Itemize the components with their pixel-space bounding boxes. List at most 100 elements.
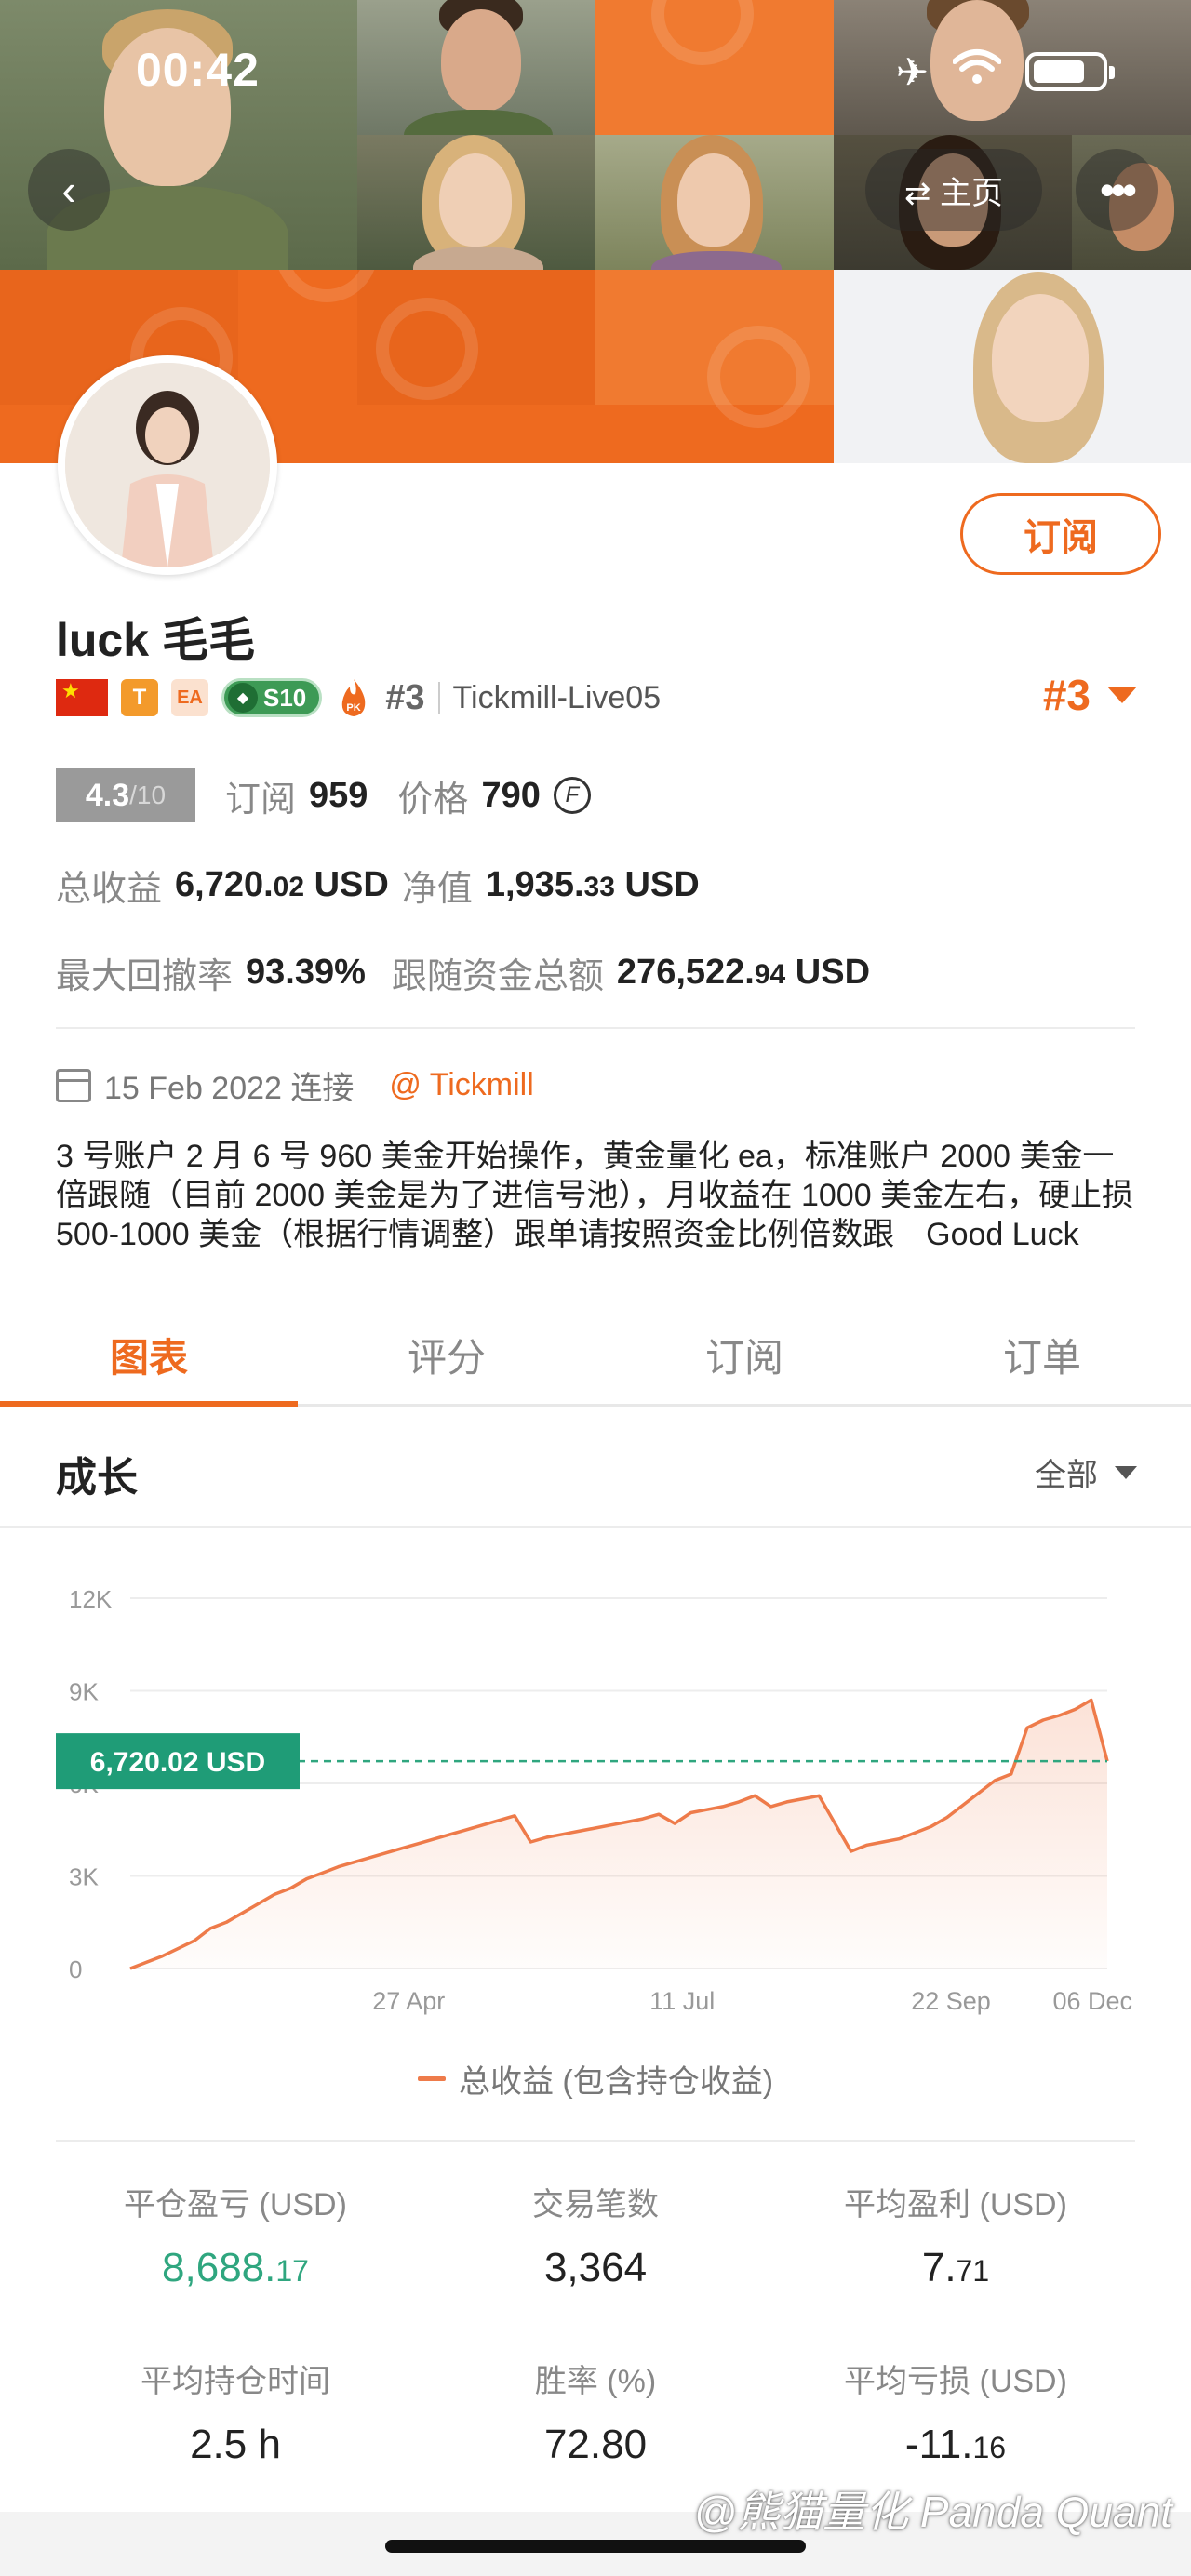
ea-badge: EA bbox=[171, 679, 208, 716]
season-label: S10 bbox=[263, 683, 307, 712]
home-indicator[interactable] bbox=[385, 2540, 806, 2553]
tab-bar: 图表 评分 订阅 订单 bbox=[0, 1306, 1191, 1407]
stat-avg-hold-time: 平均持仓时间 2.5 h bbox=[56, 2356, 415, 2468]
t-badge: T bbox=[121, 679, 158, 716]
range-filter[interactable]: 全部 bbox=[1035, 1449, 1137, 1495]
calendar-icon bbox=[56, 1068, 91, 1102]
tab-subscription[interactable]: 订阅 bbox=[596, 1306, 893, 1404]
subscribers-label: 订阅 bbox=[225, 780, 297, 820]
banner-photo bbox=[357, 135, 596, 270]
strategy-description: 3 号账户 2 月 6 号 960 美金开始操作，黄金量化 ea，标准账户 20… bbox=[56, 1139, 1134, 1252]
stat-value: 8,688.17 bbox=[162, 2245, 309, 2290]
wifi-icon bbox=[952, 48, 1002, 95]
status-bar: 00:42 ✈ bbox=[0, 37, 1191, 102]
stat-label: 胜率 (%) bbox=[534, 2364, 657, 2399]
back-button[interactable]: ‹ bbox=[28, 149, 110, 231]
score-value: 4.3 bbox=[85, 777, 130, 813]
legend-swatch bbox=[417, 2076, 446, 2081]
total-profit-label: 总收益 bbox=[56, 870, 163, 909]
x-tick-label: 11 Jul bbox=[649, 1987, 715, 2015]
coin-icon: F bbox=[553, 777, 591, 814]
connect-info: 15 Feb 2022 连接 @ Tickmill bbox=[56, 1062, 534, 1108]
equity-int: 1,935. bbox=[485, 865, 584, 904]
divider bbox=[56, 1027, 1135, 1029]
x-tick-label: 22 Sep bbox=[911, 1987, 991, 2015]
rank-dropdown[interactable]: #3 bbox=[1043, 670, 1137, 720]
profit-row: 总收益 6,720.02 USD 净值 1,935.33 USD bbox=[56, 860, 713, 911]
current-value-label: 6,720.02 USD bbox=[90, 1747, 265, 1778]
divider bbox=[437, 682, 440, 714]
airplane-icon: ✈ bbox=[895, 49, 929, 94]
section-title: 成长 bbox=[56, 1455, 138, 1501]
total-profit-dec: 02 bbox=[273, 872, 305, 902]
stat-label: 交易笔数 bbox=[532, 2187, 659, 2222]
equity-label: 净值 bbox=[401, 870, 473, 909]
battery-icon bbox=[1025, 52, 1115, 91]
server-name: Tickmill-Live05 bbox=[452, 679, 662, 715]
tab-orders[interactable]: 订单 bbox=[893, 1306, 1191, 1404]
caret-down-icon bbox=[1107, 687, 1137, 703]
follow-funds-label: 跟随资金总额 bbox=[391, 957, 604, 996]
pk-label: PK bbox=[347, 702, 361, 714]
stat-value: -11.16 bbox=[904, 2422, 1007, 2467]
broker-link[interactable]: @ Tickmill bbox=[389, 1067, 533, 1103]
trader-name: luck 毛毛 bbox=[56, 614, 255, 666]
rank-small: #3 bbox=[385, 677, 425, 717]
follow-funds-unit: USD bbox=[795, 953, 871, 992]
equity-dec: 33 bbox=[583, 872, 615, 902]
stat-value: 72.80 bbox=[543, 2422, 648, 2467]
follow-funds-dec: 94 bbox=[754, 959, 786, 990]
banner-photo bbox=[834, 270, 1191, 463]
stat-label: 平均盈利 (USD) bbox=[844, 2187, 1067, 2222]
more-icon: ••• bbox=[1099, 166, 1137, 214]
season-badge: ◆ S10 bbox=[221, 678, 323, 717]
drawdown-row: 最大回撤率 93.39% 跟随资金总额 276,522.94 USD bbox=[56, 947, 883, 998]
badge-row: T EA ◆ S10 PK #3 Tickmill-Live05 bbox=[56, 672, 661, 724]
connect-date: 15 Feb 2022 连接 bbox=[104, 1071, 355, 1106]
score-row: 4.3/10 订阅 959 价格 790 F bbox=[56, 768, 591, 822]
stat-label: 平仓盈亏 (USD) bbox=[124, 2187, 347, 2222]
tab-rating[interactable]: 评分 bbox=[298, 1306, 596, 1404]
diamond-icon: ◆ bbox=[228, 683, 258, 713]
caret-down-icon bbox=[1115, 1465, 1137, 1479]
status-time: 00:42 bbox=[136, 44, 260, 96]
growth-chart: 12K9K6K3K027 Apr11 Jul22 Sep06 Dec6,720.… bbox=[0, 1544, 1191, 2028]
range-filter-label: 全部 bbox=[1035, 1458, 1098, 1493]
tab-chart[interactable]: 图表 bbox=[0, 1306, 298, 1407]
avatar bbox=[58, 355, 277, 575]
stat-label: 平均亏损 (USD) bbox=[844, 2364, 1067, 2399]
stat-win-rate: 胜率 (%) 72.80 bbox=[416, 2356, 775, 2468]
total-profit-int: 6,720. bbox=[175, 865, 274, 904]
y-tick-label: 3K bbox=[69, 1863, 99, 1891]
growth-header: 成长 全部 bbox=[0, 1407, 1191, 1528]
rank-value: #3 bbox=[1042, 671, 1091, 719]
follow-funds-int: 276,522. bbox=[616, 953, 755, 992]
china-flag-icon bbox=[56, 679, 108, 716]
stat-closed-pnl: 平仓盈亏 (USD) 8,688.17 bbox=[56, 2179, 415, 2291]
equity-unit: USD bbox=[624, 865, 700, 904]
watermark: @熊猫量化 Panda Quant bbox=[693, 2488, 1172, 2536]
stat-label: 平均持仓时间 bbox=[141, 2364, 330, 2399]
max-drawdown-label: 最大回撤率 bbox=[56, 957, 234, 996]
subscribe-button[interactable]: 订阅 bbox=[960, 493, 1161, 575]
stat-value: 2.5 h bbox=[190, 2422, 281, 2467]
total-profit-unit: USD bbox=[314, 865, 389, 904]
x-tick-label: 27 Apr bbox=[372, 1987, 445, 2015]
pk-flame-icon: PK bbox=[335, 677, 372, 718]
x-tick-label: 06 Dec bbox=[1052, 1987, 1132, 2015]
score-denominator: /10 bbox=[129, 781, 167, 809]
home-button[interactable]: ⇄ 主页 bbox=[865, 149, 1042, 231]
stat-avg-profit: 平均盈利 (USD) 7.71 bbox=[776, 2179, 1135, 2291]
chevron-left-icon: ‹ bbox=[61, 166, 76, 214]
stat-avg-loss: 平均亏损 (USD) -11.16 bbox=[776, 2356, 1135, 2468]
score-badge: 4.3/10 bbox=[56, 768, 195, 822]
banner-photo bbox=[596, 135, 834, 270]
price-value: 790 bbox=[481, 775, 541, 815]
stat-value: 7.71 bbox=[921, 2245, 990, 2290]
chart-legend: 总收益 (包含持仓收益) bbox=[0, 2056, 1191, 2102]
y-tick-label: 0 bbox=[69, 1955, 82, 1983]
more-button[interactable]: ••• bbox=[1076, 149, 1158, 231]
y-tick-label: 12K bbox=[69, 1585, 113, 1613]
max-drawdown-value: 93.39% bbox=[246, 953, 366, 992]
legend-label: 总收益 (包含持仓收益) bbox=[458, 2064, 774, 2100]
